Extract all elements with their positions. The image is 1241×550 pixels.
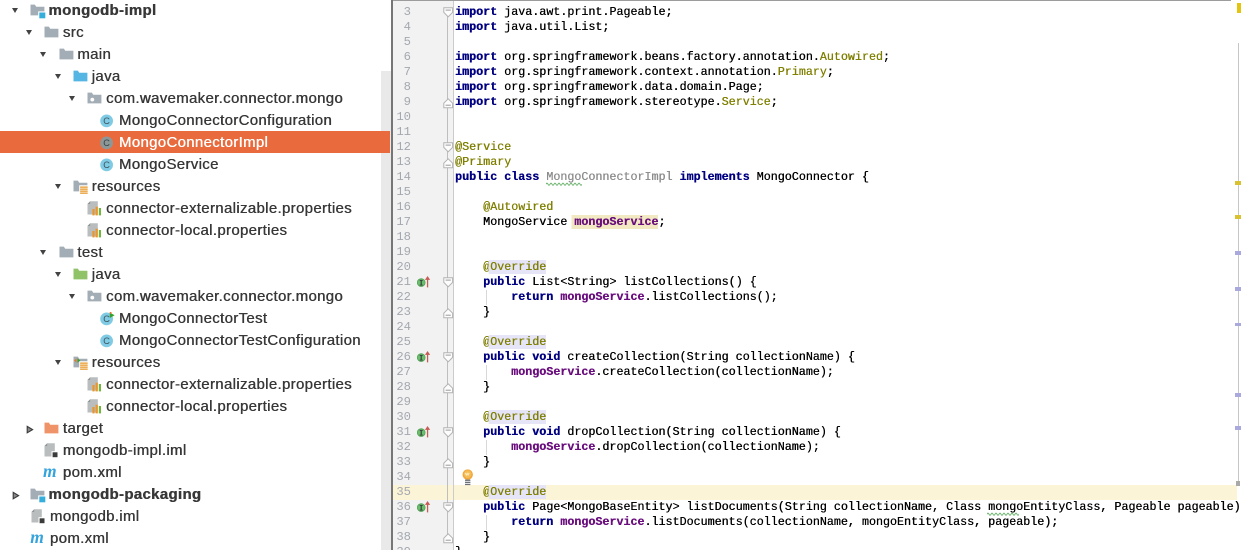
svg-text:C: C <box>104 116 111 126</box>
svg-text:C: C <box>104 336 111 346</box>
svg-text:C: C <box>104 138 111 148</box>
svg-text:C: C <box>104 314 111 324</box>
svg-text:C: C <box>104 160 111 170</box>
